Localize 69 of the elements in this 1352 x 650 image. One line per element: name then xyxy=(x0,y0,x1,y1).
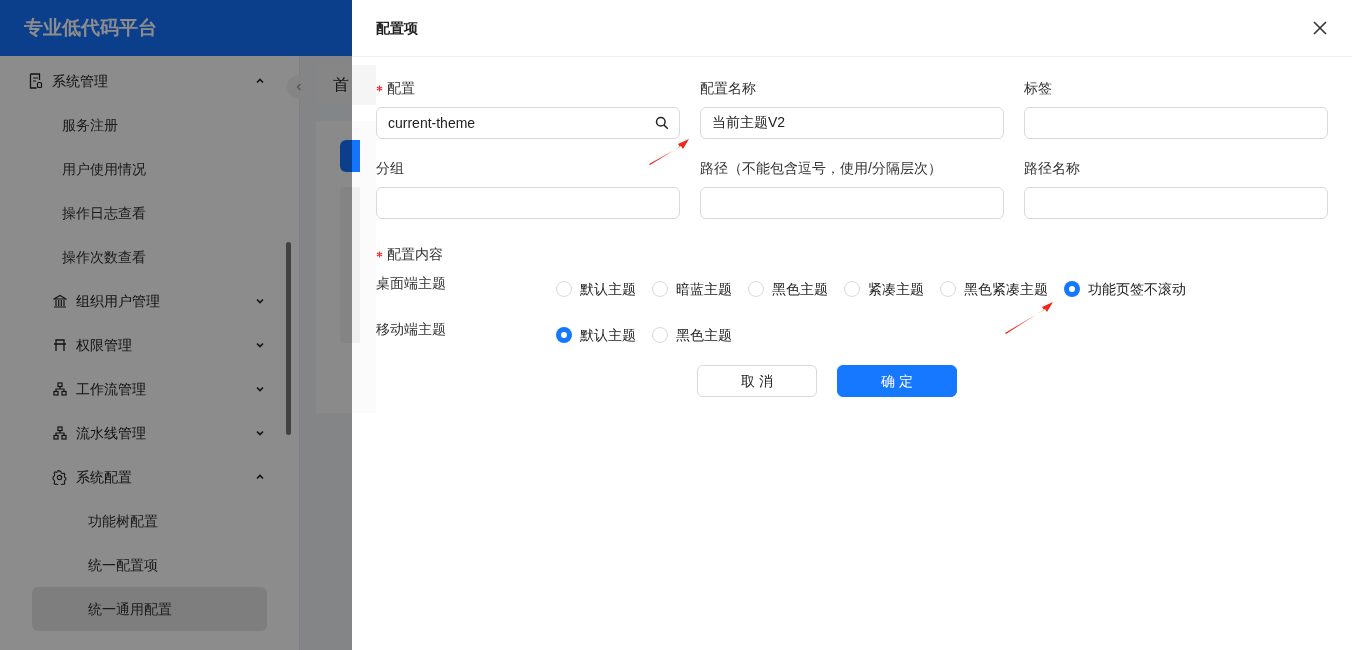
field-label: 标签 xyxy=(1024,78,1052,98)
radio-button[interactable] xyxy=(844,281,860,297)
radio-button[interactable] xyxy=(652,281,668,297)
sidebar-item[interactable]: 系统管理 xyxy=(28,59,267,103)
radio-option[interactable]: 功能页签不滚动 xyxy=(1064,278,1186,300)
sidebar-item[interactable]: 流水线管理 xyxy=(32,411,267,455)
radio-option[interactable]: 默认主题 xyxy=(556,278,636,300)
radio-option[interactable]: 黑色紧凑主题 xyxy=(940,278,1048,300)
chevron-down-icon xyxy=(255,428,265,438)
drawer-title: 配置项 xyxy=(376,18,418,38)
chevron-down-icon xyxy=(255,384,265,394)
group-label: 桌面端主题 xyxy=(376,274,447,293)
app-title: 专业低代码平台 xyxy=(24,15,157,40)
radio-button[interactable] xyxy=(652,327,668,343)
sidebar-item[interactable]: 工作流管理 xyxy=(32,367,267,411)
sidebar-item[interactable]: 服务注册 xyxy=(32,103,267,147)
chevron-up-icon xyxy=(255,76,265,86)
sidebar-item[interactable]: 权限管理 xyxy=(32,323,267,367)
cancel-button[interactable]: 取 消 xyxy=(697,365,817,397)
sidebar-item[interactable]: 统一通用配置 xyxy=(32,587,267,631)
scrollbar-thumb[interactable] xyxy=(286,242,291,435)
sidebar-item[interactable]: 用户使用情况 xyxy=(32,147,267,191)
input-field[interactable] xyxy=(1024,107,1328,139)
sidebar-item[interactable]: 功能树配置 xyxy=(32,499,267,543)
input-field[interactable]: 当前主题V2 xyxy=(700,107,1004,139)
gate-icon xyxy=(52,337,67,353)
field-label: 路径名称 xyxy=(1024,158,1080,178)
radio-button[interactable] xyxy=(1064,281,1080,297)
field-label: 分组 xyxy=(376,158,404,178)
radio-option[interactable]: 黑色主题 xyxy=(748,278,828,300)
chevron-down-icon xyxy=(255,340,265,350)
chevron-down-icon xyxy=(255,296,265,306)
field-label: 配置 xyxy=(387,78,415,98)
chevron-left-icon xyxy=(295,83,303,91)
radio-button[interactable] xyxy=(556,281,572,297)
hierarchy-icon xyxy=(52,425,67,441)
radio-option[interactable]: 紧凑主题 xyxy=(844,278,924,300)
settings-icon xyxy=(52,469,67,485)
field-label: 配置名称 xyxy=(700,78,756,98)
primary-button[interactable] xyxy=(340,140,360,172)
arrow-annotation xyxy=(1005,302,1053,334)
group-label: 移动端主题 xyxy=(376,320,447,339)
sidebar-item[interactable]: 操作日志查看 xyxy=(32,191,267,235)
radio-option[interactable]: 默认主题 xyxy=(556,324,636,346)
building-icon xyxy=(52,293,67,309)
input-field[interactable] xyxy=(700,187,1004,219)
radio-button[interactable] xyxy=(748,281,764,297)
hierarchy-icon xyxy=(52,381,67,397)
arrow-annotation xyxy=(649,139,689,165)
sidebar-item[interactable]: 统一配置项 xyxy=(32,543,267,587)
field-label: 路径（不能包含逗号，使用/分隔层次） xyxy=(700,158,942,178)
search-field[interactable]: current-theme xyxy=(376,107,680,139)
document-icon xyxy=(28,73,43,89)
chevron-up-icon xyxy=(255,472,265,482)
close-button[interactable] xyxy=(1312,20,1328,36)
radio-option[interactable]: 暗蓝主题 xyxy=(652,278,732,300)
sidebar-item[interactable]: 操作次数查看 xyxy=(32,235,267,279)
search-icon xyxy=(655,116,669,130)
section-label: 配置内容 xyxy=(387,244,443,264)
radio-option[interactable]: 黑色主题 xyxy=(652,324,732,346)
input-field[interactable] xyxy=(376,187,680,219)
required-mark xyxy=(376,84,383,92)
radio-button[interactable] xyxy=(940,281,956,297)
radio-button[interactable] xyxy=(556,327,572,343)
sidebar-item[interactable]: 组织用户管理 xyxy=(32,279,267,323)
sidebar-item[interactable]: 系统配置 xyxy=(32,455,267,499)
input-field[interactable] xyxy=(1024,187,1328,219)
required-mark xyxy=(376,250,383,258)
confirm-button[interactable]: 确 定 xyxy=(837,365,957,397)
